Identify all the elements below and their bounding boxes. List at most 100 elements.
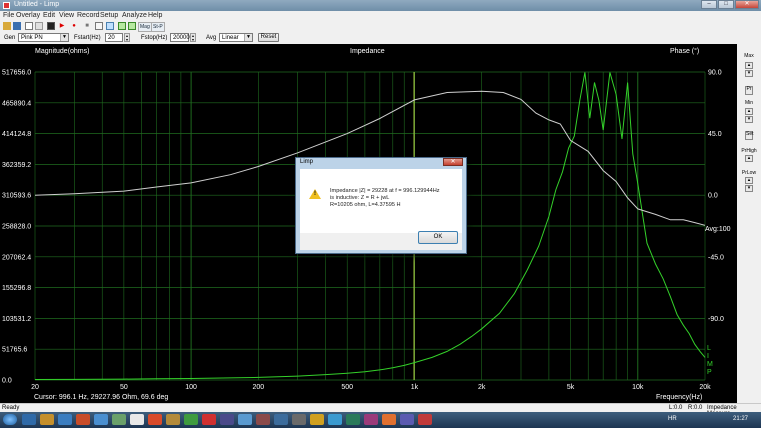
max-down-button[interactable]: ▾ xyxy=(745,70,753,77)
folder-icon[interactable] xyxy=(40,414,54,425)
y-tick-label: 414124.8 xyxy=(2,131,31,138)
prhigh-label: PrHigh xyxy=(741,148,757,154)
app12-icon[interactable] xyxy=(310,414,324,425)
app11-icon[interactable] xyxy=(292,414,306,425)
ie-icon[interactable] xyxy=(22,414,36,425)
menu-file[interactable]: File xyxy=(3,12,14,19)
fstop-input[interactable]: 20000 xyxy=(170,33,190,42)
menu-bar: File Overlay Edit View Record Setup Anal… xyxy=(0,11,761,21)
clock[interactable]: 21:27 xyxy=(733,416,748,422)
language-indicator[interactable]: HR xyxy=(668,416,677,422)
avg-value: Linear xyxy=(222,35,239,41)
stp-button[interactable]: St-P xyxy=(151,22,165,32)
app7-icon[interactable] xyxy=(220,414,234,425)
dialog-message: Impedance |Z| = 29228 at f = 996.129944H… xyxy=(330,188,440,209)
app2-icon[interactable] xyxy=(112,414,126,425)
status-ready: Ready xyxy=(2,405,20,411)
prlow-down-button[interactable]: ▾ xyxy=(745,185,753,192)
phase-tick-label: 90.0 xyxy=(708,70,722,77)
menu-analyze[interactable]: Analyze xyxy=(122,12,147,19)
fstart-spinner[interactable]: ▴ ▾ xyxy=(124,33,130,42)
avg-select[interactable]: Linear ▼ xyxy=(219,33,253,42)
pause-icon[interactable]: ■ xyxy=(83,22,91,30)
fstart-label: Fstart(Hz) xyxy=(74,35,101,41)
overlay2-icon[interactable] xyxy=(128,22,136,30)
limp-icon[interactable] xyxy=(418,414,432,425)
phase-tick-label: 0.0 xyxy=(708,193,718,200)
set-button[interactable]: Set xyxy=(745,131,754,140)
phase-tick-label: 45.0 xyxy=(708,131,722,138)
min-down-button[interactable]: ▾ xyxy=(745,116,753,123)
status-l: L:0.0 xyxy=(669,405,683,411)
app5-icon[interactable] xyxy=(184,414,198,425)
mag-button[interactable]: Mag xyxy=(138,22,152,32)
app14-icon[interactable] xyxy=(346,414,360,425)
stop-icon[interactable] xyxy=(47,22,55,30)
fstop-spinner[interactable]: ▴ ▾ xyxy=(190,33,196,42)
open-icon[interactable] xyxy=(3,22,11,30)
y-tick-label: 0.0 xyxy=(2,378,12,385)
app9-icon[interactable] xyxy=(256,414,270,425)
app17-icon[interactable] xyxy=(400,414,414,425)
left-axis-label: Magnitude(ohms) xyxy=(35,48,90,55)
pr-button[interactable]: Pr xyxy=(745,86,753,95)
y-tick-label: 51765.6 xyxy=(2,347,27,354)
app1-icon[interactable] xyxy=(94,414,108,425)
y-tick-label: 310593.6 xyxy=(2,193,31,200)
maximize-button[interactable]: □ xyxy=(718,0,734,9)
dialog-body: ! Impedance |Z| = 29228 at f = 996.12994… xyxy=(300,169,462,233)
play-icon[interactable]: ▶ xyxy=(58,22,66,30)
chevron-down-icon: ▼ xyxy=(244,34,252,41)
copy-icon[interactable] xyxy=(25,22,33,30)
limp-mark-letter: L xyxy=(707,345,711,352)
dialog-line-3: R=10205 ohm, L=4.37595 H xyxy=(330,202,401,208)
generator-value: Pink PN xyxy=(21,35,43,41)
fstart-input[interactable]: 20 xyxy=(105,33,123,42)
firefox-icon[interactable] xyxy=(148,414,162,425)
app3-icon[interactable] xyxy=(130,414,144,425)
cursor-bar: Cursor: 996.1 Hz, 29227.96 Ohm, 69.6 deg… xyxy=(0,394,737,403)
record-icon[interactable]: ● xyxy=(70,22,78,30)
minimize-button[interactable]: – xyxy=(701,0,717,9)
menu-edit[interactable]: Edit xyxy=(43,12,55,19)
app15-icon[interactable] xyxy=(364,414,378,425)
max-up-button[interactable]: ▴ xyxy=(745,62,753,69)
x-tick-label: 500 xyxy=(341,384,353,391)
close-button[interactable]: ✕ xyxy=(735,0,759,9)
overlay-icon[interactable] xyxy=(118,22,126,30)
menu-setup[interactable]: Setup xyxy=(100,12,118,19)
generator-select[interactable]: Pink PN ▼ xyxy=(18,33,69,42)
menu-record[interactable]: Record xyxy=(77,12,100,19)
player-icon[interactable] xyxy=(76,414,90,425)
x-tick-label: 100 xyxy=(185,384,197,391)
save-icon[interactable] xyxy=(13,22,21,30)
menu-view[interactable]: View xyxy=(59,12,74,19)
menu-help[interactable]: Help xyxy=(148,12,162,19)
start-button-icon[interactable] xyxy=(3,414,17,425)
app10-icon[interactable] xyxy=(274,414,288,425)
app6-icon[interactable] xyxy=(202,414,216,425)
graph-icon[interactable] xyxy=(106,22,114,30)
dialog-close-button[interactable]: ✕ xyxy=(443,158,463,166)
scale-icon[interactable] xyxy=(95,22,103,30)
phase-tick-label: -45.0 xyxy=(708,254,724,261)
prhigh-up-button[interactable]: ▴ xyxy=(745,155,753,162)
info-dialog: Limp ✕ ! Impedance |Z| = 29228 at f = 99… xyxy=(295,157,467,254)
app13-icon[interactable] xyxy=(328,414,342,425)
x-tick-label: 2k xyxy=(478,384,486,391)
avg-label: Avg:100 xyxy=(705,226,731,233)
limp-mark-letter: M xyxy=(707,361,713,368)
app4-icon[interactable] xyxy=(166,414,180,425)
menu-overlay[interactable]: Overlay xyxy=(16,12,40,19)
prlow-up-button[interactable]: ▴ xyxy=(745,177,753,184)
app8-icon[interactable] xyxy=(238,414,252,425)
min-label: Min xyxy=(744,100,754,106)
app16-icon[interactable] xyxy=(382,414,396,425)
fstop-label: Fstop(Hz) xyxy=(141,35,168,41)
ok-button[interactable]: OK xyxy=(418,231,458,244)
min-up-button[interactable]: ▴ xyxy=(745,108,753,115)
gen-label: Gen xyxy=(4,35,16,41)
reset-button[interactable]: Reset xyxy=(258,33,279,42)
print-icon[interactable] xyxy=(35,22,43,30)
media-icon[interactable] xyxy=(58,414,72,425)
